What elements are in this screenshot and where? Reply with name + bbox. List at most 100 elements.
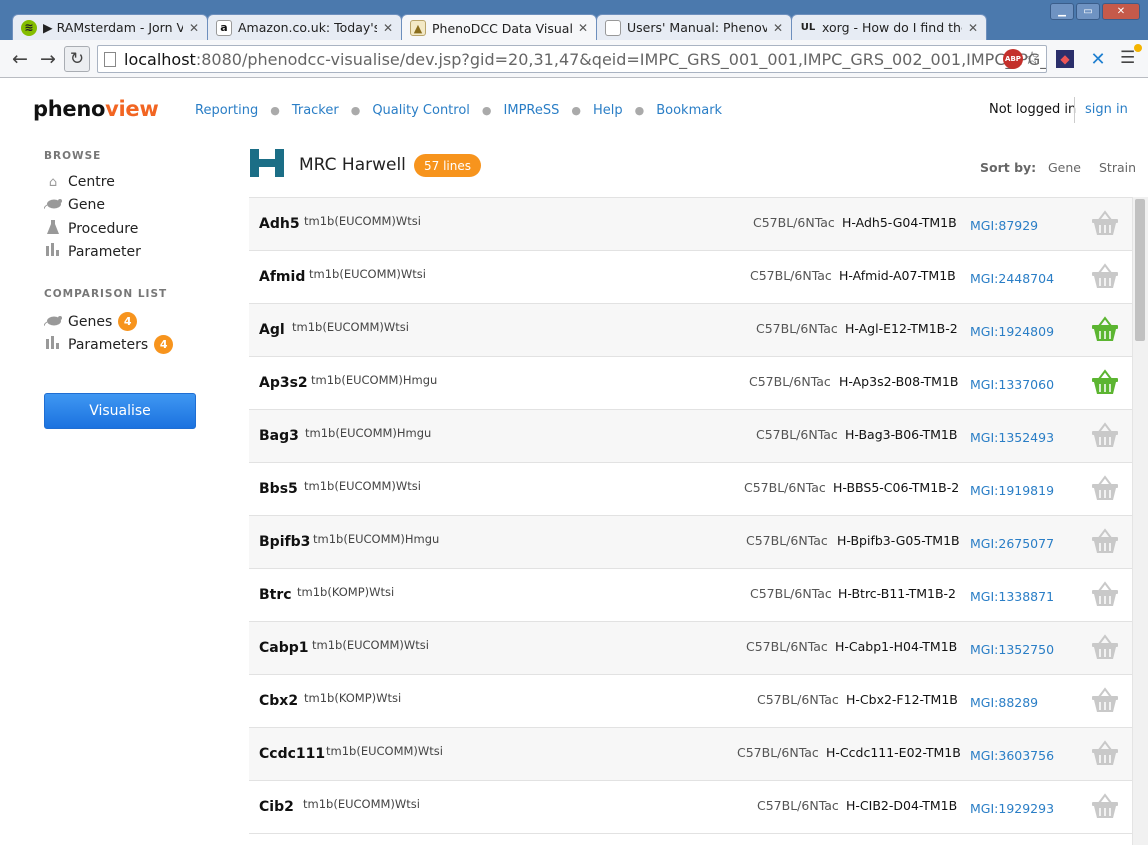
basket-icon[interactable] <box>1091 263 1119 289</box>
table-row[interactable]: Agl tm1b(EUCOMM)Wtsi C57BL/6NTac H-Agl-E12-… <box>249 304 1132 357</box>
sidebar-item-parameter[interactable]: Parameter <box>44 243 141 260</box>
allele-superscript: tm1b(KOMP)Wtsi <box>304 691 402 705</box>
nav-separator: ● <box>481 104 492 117</box>
phenodcc-icon: ▲ <box>410 20 426 36</box>
adblock-icon[interactable]: ABP <box>1003 49 1023 69</box>
table-row[interactable]: Btrc tm1b(KOMP)Wtsi C57BL/6NTac H-Btrc-B11-… <box>249 569 1132 622</box>
close-icon[interactable]: ✕ <box>578 21 588 35</box>
basket-icon[interactable] <box>1091 369 1119 395</box>
minimize-icon[interactable]: ▁ <box>1050 3 1074 20</box>
menu-icon[interactable]: ☰ <box>1120 44 1142 68</box>
basket-icon[interactable] <box>1091 634 1119 660</box>
table-row[interactable]: Cbx2 tm1b(KOMP)Wtsi C57BL/6NTac H-Cbx2-F12-… <box>249 675 1132 728</box>
browser-tab[interactable]: a Amazon.co.uk: Today's De ✕ <box>207 14 402 40</box>
visualise-button[interactable]: Visualise <box>44 393 196 429</box>
sidebar-item-genes-comparison[interactable]: Genes 4 <box>43 312 138 331</box>
mgi-link[interactable]: MGI:1337060 <box>970 377 1054 392</box>
table-row[interactable]: Cabp1 tm1b(EUCOMM)Wtsi C57BL/6NTac H-Cabp1-… <box>249 622 1132 675</box>
tab-title: PhenoDCC Data Visualisat <box>432 20 572 36</box>
sidebar-item-procedure[interactable]: Procedure <box>44 220 138 238</box>
header-divider <box>1074 97 1075 123</box>
forward-arrow-icon[interactable]: → <box>36 48 60 70</box>
basket-icon[interactable] <box>1091 316 1119 342</box>
sort-by-gene[interactable]: Gene <box>1048 160 1081 175</box>
mrc-harwell-logo <box>250 149 284 177</box>
nav-reporting[interactable]: Reporting <box>195 103 258 118</box>
table-row[interactable]: Bag3 tm1b(EUCOMM)Hmgu C57BL/6NTac H-Bag3-B0… <box>249 410 1132 463</box>
close-icon[interactable]: ✕ <box>773 21 783 35</box>
document-icon <box>605 19 621 36</box>
browser-tab[interactable]: Users' Manual: Phenoview ✕ <box>596 14 792 40</box>
sidebar-item-label: Procedure <box>68 221 139 237</box>
address-bar[interactable]: localhost:8080/phenodcc-visualise/dev.js… <box>97 45 1047 73</box>
table-row[interactable]: Ap3s2 tm1b(EUCOMM)Hmgu C57BL/6NTac H-Ap3s2-… <box>249 357 1132 410</box>
table-row[interactable]: Adh5 tm1b(EUCOMM)Wtsi C57BL/6NTac H-Adh5-G0… <box>249 198 1132 251</box>
sign-in-link[interactable]: sign in <box>1085 102 1128 117</box>
mgi-link[interactable]: MGI:3603756 <box>970 748 1054 763</box>
mgi-link[interactable]: MGI:2675077 <box>970 536 1054 551</box>
browser-tab[interactable]: ≋ ▶ RAMsterdam - Jorn Var ✕ <box>12 14 208 40</box>
gene-symbol: Cabp1 <box>259 640 309 656</box>
close-icon[interactable]: ✕ <box>189 21 199 35</box>
window-close-icon[interactable]: ✕ <box>1102 3 1140 20</box>
basket-icon[interactable] <box>1091 528 1119 554</box>
reload-icon[interactable]: ↻ <box>64 46 90 72</box>
basket-icon[interactable] <box>1091 740 1119 766</box>
browser-tab-active[interactable]: ▲ PhenoDCC Data Visualisat ✕ <box>401 14 597 41</box>
mgi-link[interactable]: MGI:87929 <box>970 218 1038 233</box>
nav-tracker[interactable]: Tracker <box>292 103 339 118</box>
tab-title: Amazon.co.uk: Today's De <box>238 20 377 35</box>
sort-by-strain[interactable]: Strain <box>1099 160 1136 175</box>
allele-superscript: tm1b(EUCOMM)Wtsi <box>292 320 409 334</box>
mgi-link[interactable]: MGI:1352750 <box>970 642 1054 657</box>
basket-icon[interactable] <box>1091 475 1119 501</box>
mgi-link[interactable]: MGI:2448704 <box>970 271 1054 286</box>
basket-icon[interactable] <box>1091 793 1119 819</box>
mgi-link[interactable]: MGI:1929293 <box>970 801 1054 816</box>
table-row[interactable]: Bbs5 tm1b(EUCOMM)Wtsi C57BL/6NTac H-BBS5-C0… <box>249 463 1132 516</box>
basket-icon[interactable] <box>1091 210 1119 236</box>
genetic-background: C57BL/6NTac <box>750 268 832 283</box>
extension-x-icon[interactable]: ✕ <box>1089 49 1107 70</box>
list-scrollbar[interactable] <box>1132 197 1148 845</box>
maximize-icon[interactable]: ▭ <box>1076 3 1100 20</box>
back-arrow-icon[interactable]: ← <box>8 48 32 70</box>
phenoview-logo[interactable]: phenoview <box>33 97 159 121</box>
nav-help[interactable]: Help <box>593 103 623 118</box>
sidebar-item-label: Gene <box>68 197 105 213</box>
basket-icon[interactable] <box>1091 687 1119 713</box>
sidebar-item-gene[interactable]: Gene <box>43 197 105 213</box>
sidebar-item-label: Genes <box>68 313 113 330</box>
basket-icon[interactable] <box>1091 422 1119 448</box>
table-row[interactable]: Afmid tm1b(EUCOMM)Wtsi C57BL/6NTac H-Afmid-… <box>249 251 1132 304</box>
close-icon[interactable]: ✕ <box>968 21 978 35</box>
scrollbar-thumb[interactable] <box>1135 199 1145 341</box>
close-icon[interactable]: ✕ <box>383 21 393 35</box>
strain-name: H-Ap3s2-B08-TM1B <box>839 374 959 389</box>
bookmark-star-icon[interactable]: ☆ <box>1024 48 1040 69</box>
mgi-link[interactable]: MGI:1919819 <box>970 483 1054 498</box>
ul-icon: UL <box>800 22 816 33</box>
gene-symbol: Agl <box>259 322 285 338</box>
gene-symbol: Cib2 <box>259 799 294 815</box>
mgi-link[interactable]: MGI:1338871 <box>970 589 1054 604</box>
mgi-link[interactable]: MGI:1352493 <box>970 430 1054 445</box>
nav-impress[interactable]: IMPReSS <box>504 103 560 118</box>
nav-bookmark[interactable]: Bookmark <box>656 103 722 118</box>
genetic-background: C57BL/6NTac <box>737 745 819 760</box>
sidebar-item-parameters-comparison[interactable]: Parameters 4 <box>44 335 174 354</box>
basket-icon[interactable] <box>1091 581 1119 607</box>
extension-icon[interactable]: ◆ <box>1056 50 1074 68</box>
mgi-link[interactable]: MGI:88289 <box>970 695 1038 710</box>
mgi-link[interactable]: MGI:1924809 <box>970 324 1054 339</box>
nav-quality-control[interactable]: Quality Control <box>372 103 470 118</box>
amazon-icon: a <box>216 19 232 36</box>
table-row[interactable]: Ccdc111 tm1b(EUCOMM)Wtsi C57BL/6NTac H-Ccdc… <box>249 728 1132 781</box>
sidebar-item-centre[interactable]: ⌂ Centre <box>44 174 115 190</box>
genetic-background: C57BL/6NTac <box>749 374 831 389</box>
nav-separator: ● <box>270 104 280 117</box>
genetic-background: C57BL/6NTac <box>744 480 826 495</box>
browser-tab[interactable]: UL xorg - How do I find the X ✕ <box>791 14 987 40</box>
table-row[interactable]: Cib2 tm1b(EUCOMM)Wtsi C57BL/6NTac H-CIB2-D0… <box>249 781 1132 834</box>
table-row[interactable]: Bpifb3 tm1b(EUCOMM)Hmgu C57BL/6NTac H-Bpifb… <box>249 516 1132 569</box>
